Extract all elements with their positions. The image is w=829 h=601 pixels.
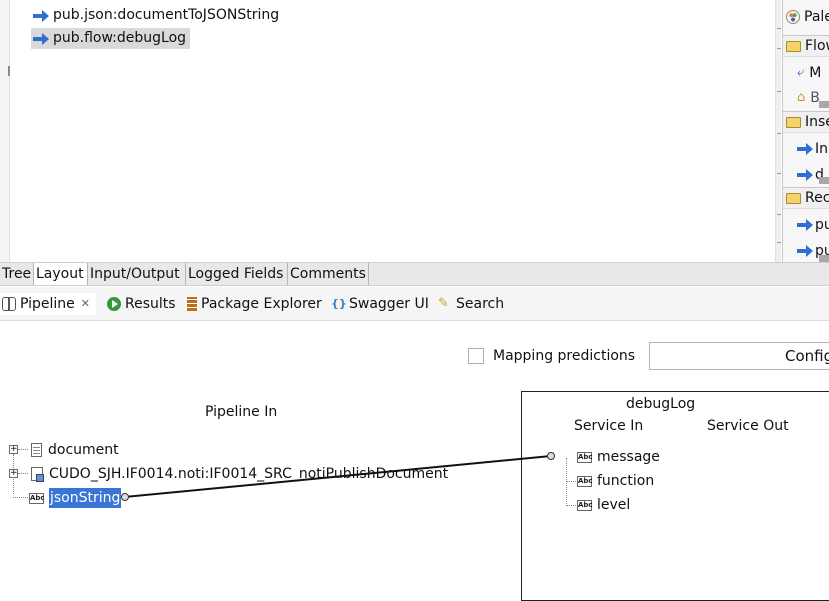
tab-logged-fields[interactable]: Logged Fields — [186, 263, 288, 285]
pipeline-in-field-document[interactable]: document — [31, 440, 119, 460]
invoke-arrow-icon — [797, 245, 813, 257]
flow-step-documenttojsonstring[interactable]: pub.json:documentToJSONString — [31, 5, 283, 26]
invoke-arrow-icon — [33, 9, 49, 22]
pipeline-icon — [2, 297, 16, 311]
palette-item-label: In — [815, 141, 829, 157]
tab-input-output[interactable]: Input/Output — [88, 263, 186, 285]
tab-label: Swagger UI — [349, 296, 429, 312]
tab-comments[interactable]: Comments — [288, 263, 369, 285]
tab-swagger-ui[interactable]: {} Swagger UI — [331, 293, 429, 315]
config-button[interactable]: Config — [649, 342, 829, 370]
palette-item[interactable]: ⌂ B — [797, 87, 820, 109]
field-label: level — [597, 497, 631, 513]
palette-item[interactable]: In — [797, 138, 828, 160]
service-in-field-level[interactable]: Abc level — [577, 495, 630, 515]
link-handle-source[interactable] — [121, 493, 129, 501]
palette-item-label: pu — [815, 217, 829, 233]
expand-toggle[interactable]: + — [9, 445, 18, 454]
field-label: CUDO_SJH.IF0014.noti:IF0014_SRC_notiPubl… — [49, 466, 449, 482]
folder-icon — [786, 116, 801, 128]
tab-results[interactable]: Results — [107, 293, 176, 315]
panel-tabs: Pipeline ✕ Results Package Explorer {} S… — [0, 287, 829, 321]
editor-view-tabs: Tree Layout Input/Output Logged Fields C… — [0, 262, 829, 286]
package-explorer-icon — [187, 297, 197, 311]
service-in-field-message[interactable]: Abc message — [577, 447, 660, 467]
tab-tree[interactable]: Tree — [0, 263, 34, 285]
tab-search[interactable]: ✎ Search — [438, 293, 504, 315]
palette-folder-label: Rec — [805, 190, 829, 206]
invoke-arrow-icon — [797, 219, 813, 231]
field-label: document — [48, 442, 119, 458]
palette-item[interactable]: ⤶ M — [797, 62, 821, 84]
tab-pipeline[interactable]: Pipeline ✕ — [0, 293, 97, 315]
service-out-title: Service Out — [707, 418, 789, 434]
string-icon: Abc — [577, 451, 593, 463]
flow-step-label: pub.flow:debugLog — [53, 30, 187, 46]
string-icon: Abc — [577, 499, 593, 511]
palette-panel: Pale Flow ⤶ M ⌂ B Inse In d Rec pu pu — [782, 0, 829, 262]
expand-toggle[interactable]: + — [9, 469, 18, 478]
palette-scroll-marker — [819, 101, 829, 108]
mapping-predictions-checkbox[interactable] — [468, 348, 484, 364]
field-label: function — [597, 473, 655, 489]
service-name: debugLog — [626, 396, 696, 412]
flow-step-debuglog[interactable]: pub.flow:debugLog — [31, 28, 191, 49]
palette-folder-label: Inse — [805, 114, 829, 130]
tree-connector — [566, 505, 576, 506]
tab-label: Pipeline — [20, 296, 75, 312]
tab-label: Results — [125, 296, 176, 312]
string-icon: Abc — [577, 475, 593, 487]
results-icon — [107, 297, 121, 311]
flow-step-label: pub.json:documentToJSONString — [53, 7, 280, 23]
palette-header[interactable]: Pale — [783, 6, 829, 28]
tab-label: Package Explorer — [201, 296, 322, 312]
tree-connector — [13, 497, 28, 498]
palette-folder-flow[interactable]: Flow — [783, 35, 829, 57]
close-icon[interactable]: ✕ — [81, 293, 90, 315]
map-icon: ⤶ — [797, 65, 805, 80]
pipeline-in-title: Pipeline In — [205, 404, 278, 420]
invoke-arrow-icon — [797, 169, 813, 181]
folder-icon — [786, 192, 801, 204]
palette-scroll-marker — [819, 177, 829, 184]
invoke-arrow-icon — [797, 143, 813, 155]
tree-connector — [18, 449, 28, 450]
palette-icon — [786, 10, 800, 24]
swagger-icon: {} — [331, 297, 347, 310]
palette-scroll-marker — [819, 255, 829, 262]
tree-connector — [566, 481, 576, 482]
folder-icon — [786, 40, 801, 52]
tab-package-explorer[interactable]: Package Explorer — [187, 293, 322, 315]
string-icon: Abc — [29, 492, 45, 504]
field-label: jsonString — [49, 488, 122, 508]
tree-connector — [566, 458, 567, 506]
palette-item[interactable]: pu — [797, 214, 829, 236]
palette-header-label: Pale — [804, 9, 829, 25]
branch-icon: ⌂ — [797, 90, 806, 105]
mapping-predictions-label: Mapping predictions — [493, 348, 636, 364]
service-in-field-function[interactable]: Abc function — [577, 471, 654, 491]
document-icon — [31, 443, 42, 457]
tab-label: Search — [456, 296, 505, 312]
tab-layout[interactable]: Layout — [34, 263, 88, 285]
palette-folder-recent[interactable]: Rec — [783, 187, 829, 209]
pipeline-in-field-jsonstring[interactable]: Abc jsonString — [29, 488, 122, 508]
flow-editor[interactable]: pub.json:documentToJSONString pub.flow:d… — [0, 0, 781, 262]
field-label: message — [597, 449, 660, 465]
palette-item-label: M — [809, 65, 822, 81]
tree-connector — [18, 473, 28, 474]
palette-folder-insert[interactable]: Inse — [783, 111, 829, 133]
editor-left-gutter — [0, 0, 10, 262]
document-reference-icon — [31, 467, 44, 482]
search-icon: ✎ — [438, 296, 449, 311]
gutter-marker — [8, 66, 10, 76]
invoke-arrow-icon — [33, 32, 49, 45]
service-in-title: Service In — [574, 418, 644, 434]
editor-scrollbar[interactable] — [775, 0, 781, 262]
pipeline-in-field-document-reference[interactable]: CUDO_SJH.IF0014.noti:IF0014_SRC_notiPubl… — [31, 464, 448, 484]
palette-folder-label: Flow — [805, 38, 829, 54]
